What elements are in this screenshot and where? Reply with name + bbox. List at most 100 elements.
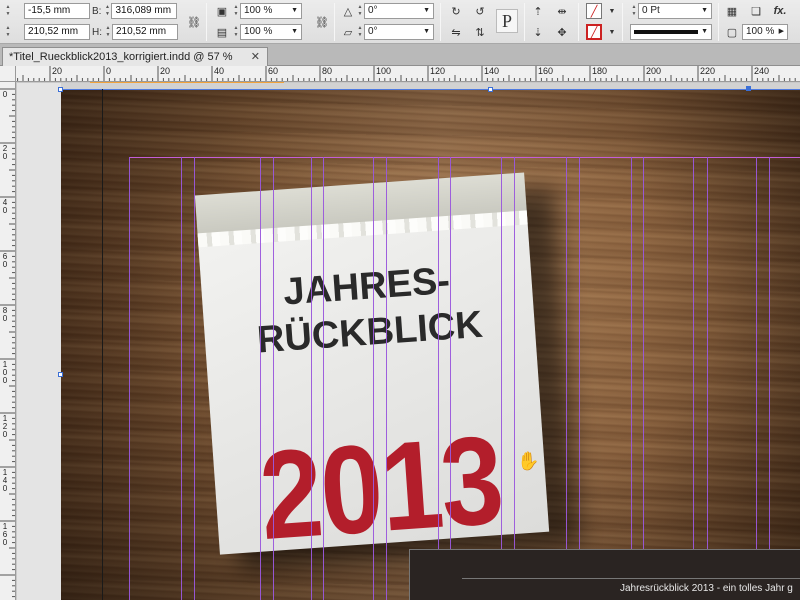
ruler-label: 180 <box>592 66 608 76</box>
select-previous-icon[interactable]: ⇹ <box>554 3 570 19</box>
stroke-dropdown-icon[interactable]: ▼ <box>604 24 620 40</box>
stroke-weight-select[interactable]: 0 Pt ▼ <box>638 3 712 19</box>
column-guide[interactable] <box>707 157 708 600</box>
column-guide[interactable] <box>769 157 770 600</box>
page-margin-line <box>102 89 103 600</box>
rotate-field[interactable]: ▲ ▼ 0° ▼ <box>356 3 434 19</box>
reference-point-p-icon[interactable]: P <box>496 9 518 33</box>
ruler-label: 200 <box>646 66 662 76</box>
ruler-label: 220 <box>700 66 716 76</box>
scale-y-select[interactable]: 100 % ▼ <box>240 24 302 40</box>
width-stepper[interactable]: ▲ ▼ <box>103 4 111 18</box>
opacity-select[interactable]: 100 % ▶ <box>742 24 788 40</box>
shear-field[interactable]: ▲ ▼ 0° ▼ <box>356 24 434 40</box>
select-next-icon[interactable]: ✥ <box>554 24 570 40</box>
document-tab-title: *Titel_Rueckblick2013_korrigiert.indd @ … <box>9 51 233 63</box>
column-guide[interactable] <box>311 157 312 600</box>
text-wrap-icon[interactable]: ▦ <box>724 3 740 19</box>
opacity-field[interactable]: 100 % ▶ <box>742 24 788 40</box>
column-guide[interactable] <box>129 157 130 600</box>
column-guide[interactable] <box>579 157 580 600</box>
caption-text-frame[interactable]: Jahresrückblick 2013 - ein tolles Jahr g <box>409 549 800 600</box>
width-input[interactable]: 316,089 mm <box>111 3 178 19</box>
chevron-down-icon: ▶ <box>778 28 784 35</box>
column-guide[interactable] <box>693 157 694 600</box>
calendar-image: JAHRES- RÜCKBLICK 2013 <box>194 171 581 572</box>
column-guide[interactable] <box>386 157 387 600</box>
selection-handle-middle-left[interactable] <box>58 372 63 377</box>
width-field[interactable]: B: ▲ ▼ 316,089 mm <box>92 3 178 19</box>
ruler-label: 100 <box>376 66 392 76</box>
close-icon[interactable]: ✕ <box>251 48 260 66</box>
column-guide[interactable] <box>373 157 374 600</box>
drop-shadow-icon[interactable]: ❏ <box>748 3 764 19</box>
document-tab[interactable]: *Titel_Rueckblick2013_korrigiert.indd @ … <box>2 47 268 66</box>
horizontal-ruler[interactable]: 20 0 20 40 60 80 100 120 140 160 180 200 220 240 <box>16 66 800 82</box>
y-input[interactable]: 210,52 mm <box>24 24 90 40</box>
column-guide[interactable] <box>273 157 274 600</box>
column-guide[interactable] <box>514 157 515 600</box>
ruler-label: 1 4 0 <box>2 468 8 493</box>
fill-swatch-icon[interactable]: ╱ <box>586 3 602 19</box>
column-guide[interactable] <box>756 157 757 600</box>
y-position-field[interactable]: ▲ ▼ 210,52 mm <box>4 24 90 40</box>
select-container-icon[interactable]: ⇡ <box>530 3 546 19</box>
chevron-down-icon: ▼ <box>423 7 430 14</box>
scale-x-icon: ▣ <box>216 5 228 18</box>
ruler-label: 80 <box>322 66 333 76</box>
stroke-type-field[interactable]: ▼ <box>630 24 712 40</box>
scale-x-select[interactable]: 100 % ▼ <box>240 3 302 19</box>
margin-guide-top[interactable] <box>129 157 800 158</box>
ruler-label: 240 <box>754 66 770 76</box>
scale-y-field[interactable]: ▲ ▼ 100 % ▼ <box>232 24 302 40</box>
pasteboard <box>17 83 61 600</box>
ruler-label: 140 <box>484 66 500 76</box>
rotate-ccw-icon[interactable]: ↺ <box>472 3 488 19</box>
effects-fx-icon[interactable]: fx. <box>772 3 788 19</box>
height-field[interactable]: H: ▲ ▼ 210,52 mm <box>92 24 178 40</box>
column-guide[interactable] <box>323 157 324 600</box>
chevron-down-icon: ▼ <box>701 28 708 35</box>
column-guide[interactable] <box>181 157 182 600</box>
select-content-icon[interactable]: ⇣ <box>530 24 546 40</box>
height-label: H: <box>92 26 102 38</box>
constrain-proportions-icon[interactable]: ⛓ <box>186 14 202 30</box>
layout-canvas[interactable]: JAHRES- RÜCKBLICK 2013 Jahresrückblick 2… <box>17 83 800 600</box>
x-position-field[interactable]: ▲ ▼ -15,5 mm <box>4 3 90 19</box>
selected-frame-edge <box>61 89 800 90</box>
flip-horizontal-icon[interactable]: ⇋ <box>448 24 464 40</box>
ruler-label: 4 0 <box>2 198 8 215</box>
rotate-select[interactable]: 0° ▼ <box>364 3 434 19</box>
ruler-label: 0 <box>2 90 8 99</box>
y-stepper[interactable]: ▲ ▼ <box>4 25 12 39</box>
stroke-swatch-icon[interactable]: ╱ <box>586 24 602 40</box>
column-guide[interactable] <box>194 157 195 600</box>
x-input[interactable]: -15,5 mm <box>24 3 90 19</box>
stroke-weight-field[interactable]: ▲ ▼ 0 Pt ▼ <box>630 3 712 19</box>
selection-handle-top-right[interactable] <box>746 86 751 91</box>
fill-dropdown-icon[interactable]: ▼ <box>604 3 620 19</box>
x-stepper[interactable]: ▲ ▼ <box>4 4 12 18</box>
vertical-ruler[interactable]: 0 2 0 4 0 6 0 8 0 1 0 0 1 2 0 1 4 0 1 6 0 <box>0 82 16 600</box>
shear-select[interactable]: 0° ▼ <box>364 24 434 40</box>
column-guide[interactable] <box>566 157 567 600</box>
ruler-origin[interactable] <box>0 66 16 82</box>
stroke-type-select[interactable]: ▼ <box>630 24 712 40</box>
selection-handle-top-left[interactable] <box>58 87 63 92</box>
column-guide[interactable] <box>438 157 439 600</box>
rotate-cw-icon[interactable]: ↻ <box>448 3 464 19</box>
ruler-label: 0 <box>106 66 112 76</box>
constrain-scale-icon[interactable]: ⛓ <box>314 14 330 30</box>
column-guide[interactable] <box>643 157 644 600</box>
column-guide[interactable] <box>631 157 632 600</box>
height-stepper[interactable]: ▲ ▼ <box>104 25 112 39</box>
document-tab-bar: *Titel_Rueckblick2013_korrigiert.indd @ … <box>0 44 800 66</box>
column-guide[interactable] <box>260 157 261 600</box>
scale-x-field[interactable]: ▲ ▼ 100 % ▼ <box>232 3 302 19</box>
flip-vertical-icon[interactable]: ⇅ <box>472 24 488 40</box>
chevron-down-icon: ▼ <box>291 7 298 14</box>
column-guide[interactable] <box>450 157 451 600</box>
height-input[interactable]: 210,52 mm <box>112 24 178 40</box>
column-guide[interactable] <box>501 157 502 600</box>
selection-handle-top-center[interactable] <box>488 87 493 92</box>
